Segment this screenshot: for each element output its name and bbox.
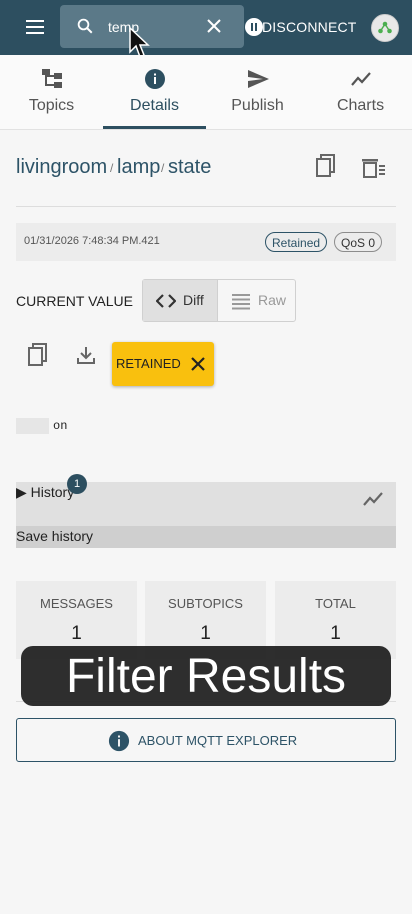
- stat-title: SUBTOPICS: [168, 596, 243, 611]
- info-icon: [145, 69, 165, 89]
- stat-title: TOTAL: [315, 596, 356, 611]
- copy-topic-icon[interactable]: [315, 154, 337, 178]
- retained-chip: Retained: [265, 232, 328, 252]
- tab-bar: Topics Details Publish Charts: [0, 55, 412, 130]
- clear-retained-button[interactable]: RETAINED: [112, 342, 214, 386]
- about-mqtt-explorer-button[interactable]: ABOUT MQTT EXPLORER: [16, 718, 396, 762]
- tab-label: Details: [130, 97, 179, 114]
- diff-label: Diff: [183, 292, 204, 308]
- tab-label: Charts: [336, 97, 385, 114]
- info-icon: [108, 730, 130, 752]
- tab-details[interactable]: Details: [103, 55, 206, 129]
- history-label: ▶ History: [16, 484, 75, 500]
- message-meta: 01/31/2026 7:48:34 PM.421 Retained QoS 0: [16, 223, 396, 261]
- tab-topics[interactable]: Topics: [0, 55, 103, 129]
- view-mode-toggle: Diff Raw: [142, 279, 296, 322]
- history-panel[interactable]: ▶ History 1: [16, 474, 396, 526]
- app-bar: DISCONNECT: [0, 0, 412, 55]
- download-icon[interactable]: [76, 345, 96, 365]
- avatar[interactable]: [371, 14, 399, 42]
- history-count-badge: 1: [67, 474, 87, 494]
- tab-charts[interactable]: Charts: [309, 55, 412, 129]
- tab-publish[interactable]: Publish: [206, 55, 309, 129]
- close-icon: [191, 357, 205, 371]
- stat-value: 1: [330, 623, 341, 644]
- retained-button-label: RETAINED: [116, 356, 181, 371]
- save-history-button[interactable]: Save history: [16, 526, 396, 548]
- divider: [16, 206, 396, 207]
- breadcrumb-livingroom[interactable]: livingroom: [16, 156, 107, 179]
- breadcrumb-state[interactable]: state: [168, 156, 211, 179]
- delete-topic-icon[interactable]: [362, 157, 386, 179]
- tab-label: Publish: [231, 97, 284, 114]
- search-icon: [77, 18, 93, 34]
- pause-icon[interactable]: [245, 18, 263, 36]
- current-value-label: CURRENT VALUE: [16, 293, 133, 309]
- value-diff-row: on: [16, 418, 396, 434]
- search-input[interactable]: [108, 17, 218, 37]
- raw-label: Raw: [258, 292, 287, 308]
- send-icon: [248, 70, 269, 88]
- tab-label: Topics: [28, 97, 75, 114]
- save-history-label: Save history: [16, 528, 94, 544]
- value-gutter: [16, 418, 49, 434]
- menu-icon[interactable]: [26, 18, 48, 36]
- connection-logo-icon: [378, 21, 392, 34]
- stat-title: MESSAGES: [40, 596, 113, 611]
- breadcrumb-separator: /: [161, 161, 165, 175]
- show-chart-icon[interactable]: [362, 490, 384, 508]
- qos-chip: QoS 0: [334, 232, 383, 252]
- raw-lines-icon: [232, 294, 250, 310]
- code-icon: [156, 294, 176, 308]
- clear-search-icon[interactable]: [206, 18, 222, 34]
- about-label: ABOUT MQTT EXPLORER: [138, 733, 298, 748]
- copy-value-icon[interactable]: [27, 343, 49, 367]
- overlay-caption: Filter Results: [21, 646, 391, 706]
- breadcrumb-separator: /: [110, 161, 114, 175]
- stat-value: 1: [71, 623, 82, 644]
- breadcrumb-lamp[interactable]: lamp: [117, 156, 160, 179]
- message-timestamp: 01/31/2026 7:48:34 PM.421: [24, 235, 160, 247]
- diff-toggle[interactable]: Diff: [143, 280, 218, 321]
- search-box: [60, 5, 244, 48]
- chart-line-icon: [351, 72, 371, 86]
- disconnect-button[interactable]: DISCONNECT: [262, 19, 357, 35]
- topics-tree-icon: [42, 69, 62, 88]
- current-value-text: on: [53, 419, 68, 433]
- raw-toggle[interactable]: Raw: [218, 280, 296, 321]
- active-tab-indicator: [103, 126, 206, 129]
- overlay-caption-text: Filter Results: [65, 650, 347, 703]
- stat-value: 1: [200, 623, 211, 644]
